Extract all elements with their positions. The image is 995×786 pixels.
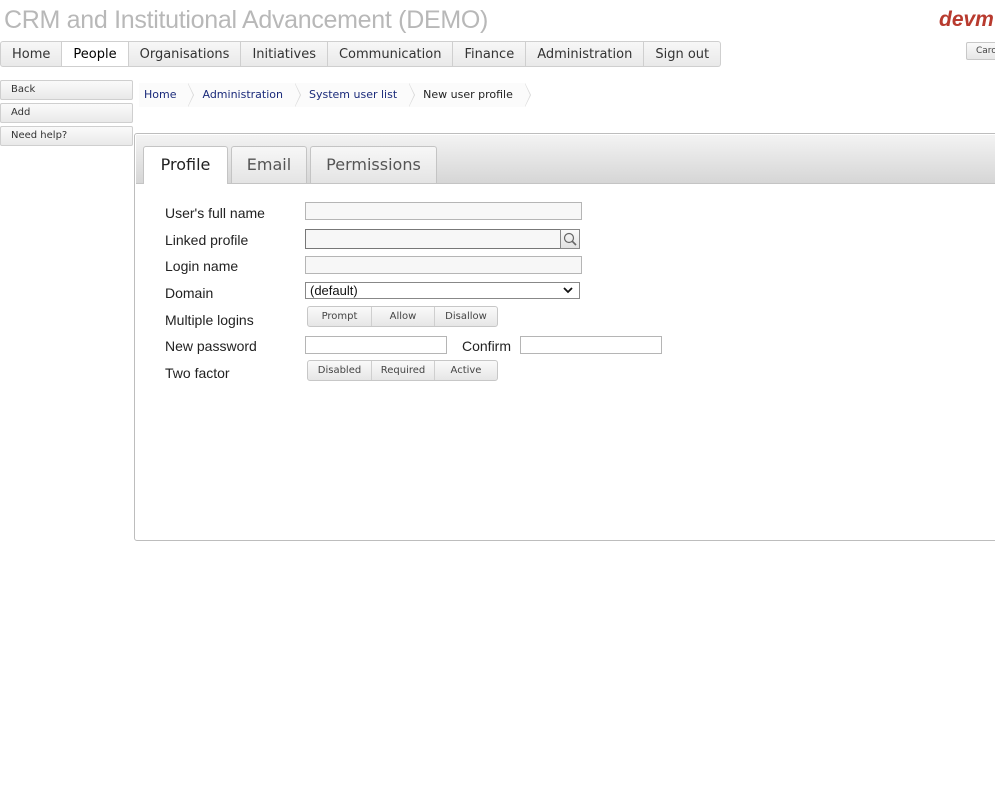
nav-tab-administration[interactable]: Administration bbox=[526, 41, 645, 67]
brand-logo: devm bbox=[939, 8, 994, 31]
login-name-label: Login name bbox=[165, 258, 239, 274]
main-nav: Home People Organisations Initiatives Co… bbox=[0, 41, 722, 67]
domain-select[interactable]: (default) bbox=[305, 282, 580, 299]
app-title: CRM and Institutional Advancement (DEMO) bbox=[4, 6, 489, 34]
nav-tab-finance[interactable]: Finance bbox=[453, 41, 527, 67]
linked-profile-input[interactable] bbox=[305, 229, 561, 249]
multiple-logins-label: Multiple logins bbox=[165, 312, 254, 328]
nav-tab-people[interactable]: People bbox=[62, 41, 129, 67]
tab-permissions[interactable]: Permissions bbox=[310, 146, 437, 183]
multiple-logins-allow[interactable]: Allow bbox=[372, 307, 435, 326]
user-menu-button[interactable]: Caro bbox=[966, 42, 995, 60]
confirm-password-input[interactable] bbox=[520, 336, 662, 354]
sidebar: Back Add Need help? bbox=[0, 80, 133, 149]
chevron-down-icon bbox=[563, 287, 573, 294]
nav-tab-sign-out[interactable]: Sign out bbox=[644, 41, 722, 67]
sidebar-help-button[interactable]: Need help? bbox=[0, 126, 133, 146]
multiple-logins-prompt[interactable]: Prompt bbox=[308, 307, 372, 326]
tab-email[interactable]: Email bbox=[231, 146, 307, 183]
linked-profile-search-button[interactable] bbox=[560, 229, 580, 249]
domain-selected-value: (default) bbox=[310, 283, 358, 298]
full-name-label: User's full name bbox=[165, 205, 265, 221]
sidebar-add-button[interactable]: Add bbox=[0, 103, 133, 123]
two-factor-required[interactable]: Required bbox=[372, 361, 435, 380]
confirm-label: Confirm bbox=[462, 338, 512, 354]
breadcrumb-administration[interactable]: Administration bbox=[188, 83, 301, 107]
full-name-input[interactable] bbox=[305, 202, 582, 220]
panel-tab-strip: Profile Email Permissions bbox=[136, 135, 995, 184]
nav-tab-communication[interactable]: Communication bbox=[327, 41, 454, 67]
domain-label: Domain bbox=[165, 285, 214, 301]
magnifier-icon bbox=[563, 232, 577, 246]
new-password-input[interactable] bbox=[305, 336, 447, 354]
nav-tab-initiatives[interactable]: Initiatives bbox=[241, 41, 328, 67]
nav-tab-home[interactable]: Home bbox=[0, 41, 63, 67]
two-factor-active[interactable]: Active bbox=[435, 361, 497, 380]
multiple-logins-toggle: Prompt Allow Disallow bbox=[307, 306, 498, 327]
two-factor-label: Two factor bbox=[165, 365, 230, 381]
breadcrumb-system-user-list[interactable]: System user list bbox=[294, 83, 416, 107]
two-factor-toggle: Disabled Required Active bbox=[307, 360, 498, 381]
multiple-logins-disallow[interactable]: Disallow bbox=[435, 307, 497, 326]
login-name-input[interactable] bbox=[305, 256, 582, 274]
breadcrumb: Home Administration System user list New… bbox=[139, 83, 531, 107]
nav-tab-organisations[interactable]: Organisations bbox=[128, 41, 242, 67]
breadcrumb-home[interactable]: Home bbox=[139, 83, 196, 107]
sidebar-back-button[interactable]: Back bbox=[0, 80, 133, 100]
tab-profile[interactable]: Profile bbox=[143, 146, 228, 184]
two-factor-disabled[interactable]: Disabled bbox=[308, 361, 372, 380]
linked-profile-label: Linked profile bbox=[165, 232, 249, 248]
new-password-label: New password bbox=[165, 338, 257, 354]
breadcrumb-new-user-profile: New user profile bbox=[409, 83, 531, 107]
